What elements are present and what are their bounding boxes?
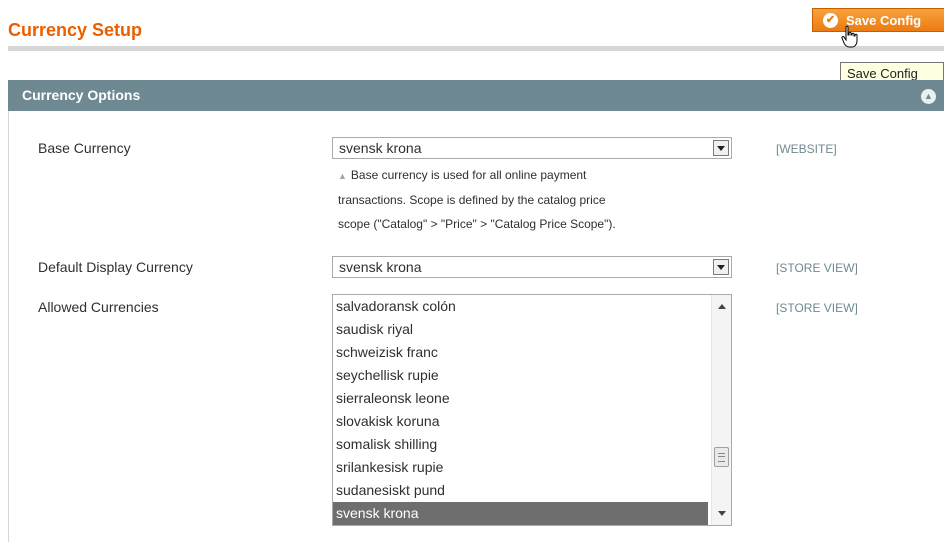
- currency-option[interactable]: seychellisk rupie: [333, 364, 708, 387]
- currency-option[interactable]: somalisk shilling: [333, 433, 708, 456]
- default-display-currency-select[interactable]: svensk krona: [332, 256, 732, 278]
- default-display-currency-label: Default Display Currency: [38, 259, 193, 275]
- page-title: Currency Setup: [8, 20, 143, 40]
- dropdown-arrow-icon[interactable]: [713, 140, 729, 156]
- check-circle-icon: ✔: [823, 12, 838, 28]
- scrollbar-thumb[interactable]: [714, 447, 729, 467]
- section-title: Currency Options: [22, 87, 141, 103]
- dropdown-arrow-icon[interactable]: [713, 259, 729, 275]
- collapse-arrow-icon[interactable]: ▲: [921, 89, 936, 104]
- scroll-down-arrow-icon[interactable]: [718, 511, 726, 516]
- multiselect-scrollbar[interactable]: [711, 295, 731, 525]
- note-line: transactions. Scope is defined by the ca…: [338, 193, 606, 207]
- currency-option[interactable]: salvadoransk colón: [333, 295, 708, 318]
- base-currency-scope: [WEBSITE]: [776, 142, 837, 156]
- note-triangle-icon: ▲: [338, 171, 347, 181]
- allowed-currencies-multiselect[interactable]: salvadoransk colón saudisk riyal schweiz…: [332, 294, 732, 526]
- base-currency-select[interactable]: svensk krona: [332, 137, 732, 159]
- note-line: scope ("Catalog" > "Price" > "Catalog Pr…: [338, 217, 616, 231]
- title-divider: [8, 46, 944, 51]
- allowed-currencies-scope: [STORE VIEW]: [776, 301, 858, 315]
- base-currency-note: ▲ Base currency is used for all online pa…: [338, 163, 728, 236]
- hand-cursor-icon: [841, 25, 858, 48]
- currency-option[interactable]: srilankesisk rupie: [333, 456, 708, 479]
- currency-option[interactable]: slovakisk koruna: [333, 410, 708, 433]
- base-currency-value: svensk krona: [339, 140, 422, 156]
- base-currency-label: Base Currency: [38, 140, 131, 156]
- currency-option[interactable]: sierraleonsk leone: [333, 387, 708, 410]
- note-line: ▲ Base currency is used for all online pa…: [338, 168, 587, 182]
- currency-option-selected[interactable]: svensk krona: [333, 502, 708, 525]
- default-display-currency-scope: [STORE VIEW]: [776, 261, 858, 275]
- allowed-currencies-label: Allowed Currencies: [38, 299, 159, 315]
- currency-option[interactable]: sudanesiskt pund: [333, 479, 708, 502]
- currency-option[interactable]: schweizisk franc: [333, 341, 708, 364]
- section-header-currency-options[interactable]: Currency Options ▲: [8, 80, 944, 111]
- scroll-up-arrow-icon[interactable]: [718, 304, 726, 309]
- currency-option[interactable]: saudisk riyal: [333, 318, 708, 341]
- save-config-button[interactable]: ✔ Save Config: [812, 8, 944, 32]
- default-display-currency-value: svensk krona: [339, 259, 422, 275]
